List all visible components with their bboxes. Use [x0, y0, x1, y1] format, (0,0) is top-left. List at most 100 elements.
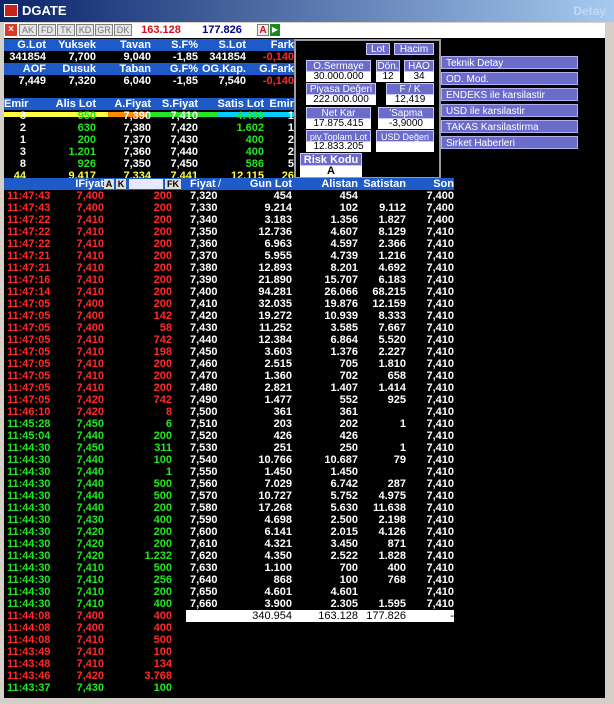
volume-row[interactable]: 7,340 3.183 1.356 1.827 7,400 [186, 214, 454, 226]
volume-row[interactable]: 7,650 4.601 4.601 7,410 [186, 586, 454, 598]
volume-row[interactable]: 7,420 19.272 10.939 8.333 7,410 [186, 310, 454, 322]
menu-item-5[interactable]: Sirket Haberleri [441, 136, 578, 149]
volume-row[interactable]: 7,610 4.321 3.450 871 7,410 [186, 538, 454, 550]
depth-row[interactable]: 2 630 7,380 7,420 1.602 1 [4, 122, 294, 134]
trade-row[interactable]: 11:47:05 7,410 200 [4, 382, 186, 394]
trade-row[interactable]: 11:47:05 7,420 742 [4, 394, 186, 406]
hacim-button[interactable]: Hacim [394, 43, 434, 55]
trade-row[interactable]: 11:43:37 7,430 100 [4, 682, 186, 694]
volume-row[interactable]: 7,350 12.736 4.607 8.129 7,410 [186, 226, 454, 238]
trade-row[interactable]: 11:47:05 7,410 200 [4, 370, 186, 382]
trade-row[interactable]: 11:47:21 7,410 200 [4, 262, 186, 274]
volume-row[interactable]: 7,550 1.450 1.450 7,410 [186, 466, 454, 478]
volume-row[interactable]: 7,360 6.963 4.597 2.366 7,410 [186, 238, 454, 250]
volume-row[interactable]: 7,590 4.698 2.500 2.198 7,410 [186, 514, 454, 526]
trade-row[interactable]: 11:44:30 7,440 100 [4, 454, 186, 466]
toolbar-btn-ak[interactable]: AK [19, 24, 37, 36]
trade-row[interactable]: 11:44:30 7,420 200 [4, 538, 186, 550]
trade-row[interactable]: 11:47:22 7,410 200 [4, 214, 186, 226]
trade-row[interactable]: 11:47:05 7,410 198 [4, 346, 186, 358]
volume-row[interactable]: 7,450 3.603 1.376 2.227 7,410 [186, 346, 454, 358]
depth-row[interactable]: 3 950 7,390 7,410 4.400 1 [4, 110, 294, 122]
volume-row[interactable]: 7,560 7.029 6.742 287 7,410 [186, 478, 454, 490]
trade-row[interactable]: 11:44:30 7,420 1.232 [4, 550, 186, 562]
trade-row[interactable]: 11:47:05 7,400 200 [4, 298, 186, 310]
toolbar-a-button[interactable]: A [257, 24, 269, 36]
volume-row[interactable]: 7,630 1.100 700 400 7,410 [186, 562, 454, 574]
trade-row[interactable]: 11:47:05 7,410 742 [4, 334, 186, 346]
trade-row[interactable]: 11:47:16 7,410 200 [4, 274, 186, 286]
volume-row[interactable]: 7,660 3.900 2.305 1.595 7,410 [186, 598, 454, 610]
trade-row[interactable]: 11:44:30 7,440 500 [4, 490, 186, 502]
depth-row[interactable]: 8 926 7,350 7,450 586 5 [4, 158, 294, 170]
trade-row[interactable]: 11:47:05 7,400 142 [4, 310, 186, 322]
trade-row[interactable]: 11:44:30 7,450 311 [4, 442, 186, 454]
trade-row[interactable]: 11:44:30 7,410 200 [4, 586, 186, 598]
volume-row[interactable]: 7,320 454 454 7,400 [186, 190, 454, 202]
menu-item-0[interactable]: Teknik Detay [441, 56, 578, 69]
volume-row[interactable]: 7,400 94.281 26.066 68.215 7,410 [186, 286, 454, 298]
volume-row[interactable]: 7,390 21.890 15.707 6.183 7,410 [186, 274, 454, 286]
volume-row[interactable]: 7,430 11.252 3.585 7.667 7,410 [186, 322, 454, 334]
trade-row[interactable]: 11:44:30 7,440 500 [4, 478, 186, 490]
toolbar-btn-fd[interactable]: FD [38, 24, 56, 36]
filter-k-button[interactable]: K [116, 179, 126, 189]
volume-row[interactable]: 7,520 426 426 7,410 [186, 430, 454, 442]
volume-row[interactable]: 7,530 251 250 1 7,410 [186, 442, 454, 454]
volume-row[interactable]: 7,490 1.477 552 925 7,410 [186, 394, 454, 406]
trade-row[interactable]: 11:47:22 7,410 200 [4, 226, 186, 238]
trade-row[interactable]: 11:44:08 7,400 400 [4, 610, 186, 622]
trade-row[interactable]: 11:46:10 7,420 8 [4, 406, 186, 418]
trade-row[interactable]: 11:43:48 7,410 134 [4, 658, 186, 670]
toolbar-btn-kd[interactable]: KD [76, 24, 94, 36]
trade-row[interactable]: 11:47:21 7,410 200 [4, 250, 186, 262]
trade-row[interactable]: 11:43:49 7,410 100 [4, 646, 186, 658]
toolbar-btn-gr[interactable]: GR [95, 24, 113, 36]
menu-item-2[interactable]: ENDEKS ile karsilastir [441, 88, 578, 101]
trade-row[interactable]: 11:44:08 7,400 400 [4, 622, 186, 634]
trade-row[interactable]: 11:45:04 7,440 200 [4, 430, 186, 442]
trade-row[interactable]: 11:44:08 7,410 500 [4, 634, 186, 646]
volume-row[interactable]: 7,500 361 361 7,410 [186, 406, 454, 418]
trade-row[interactable]: 11:44:30 7,440 1 [4, 466, 186, 478]
toolbar-btn-tk[interactable]: TK [57, 24, 75, 36]
menu-item-1[interactable]: OD. Mod. [441, 72, 578, 85]
trade-row[interactable]: 11:44:30 7,430 400 [4, 514, 186, 526]
filter-fk-button[interactable]: FK [165, 179, 181, 189]
trade-row[interactable]: 11:43:46 7,420 3.768 [4, 670, 186, 682]
volume-row[interactable]: 7,370 5.955 4.739 1.216 7,410 [186, 250, 454, 262]
trade-row[interactable]: 11:47:43 7,400 200 [4, 190, 186, 202]
volume-row[interactable]: 7,540 10.766 10.687 79 7,410 [186, 454, 454, 466]
close-icon[interactable]: × [5, 24, 17, 36]
trade-row[interactable]: 11:47:22 7,410 200 [4, 238, 186, 250]
trade-row[interactable]: 11:44:30 7,440 200 [4, 502, 186, 514]
volume-row[interactable]: 7,470 1.360 702 658 7,410 [186, 370, 454, 382]
trade-row[interactable]: 11:47:05 7,410 200 [4, 358, 186, 370]
volume-row[interactable]: 7,380 12.893 8.201 4.692 7,410 [186, 262, 454, 274]
vertical-scrollbar[interactable] [605, 23, 614, 698]
volume-row[interactable]: 7,510 203 202 1 7,410 [186, 418, 454, 430]
volume-row[interactable]: 7,620 4.350 2.522 1.828 7,410 [186, 550, 454, 562]
lot-button[interactable]: Lot [366, 43, 390, 55]
filter-input[interactable] [129, 179, 163, 189]
volume-row[interactable]: 7,570 10.727 5.752 4.975 7,410 [186, 490, 454, 502]
menu-item-3[interactable]: USD ile karsilastir [441, 104, 578, 117]
arrow-right-icon[interactable]: ▶ [270, 24, 280, 36]
volume-row[interactable]: 7,580 17.268 5.630 11.638 7,410 [186, 502, 454, 514]
trade-row[interactable]: 11:45:28 7,450 6 [4, 418, 186, 430]
trade-row[interactable]: 11:47:43 7,400 200 [4, 202, 186, 214]
trade-row[interactable]: 11:47:14 7,410 200 [4, 286, 186, 298]
toolbar-btn-dk[interactable]: DK [114, 24, 132, 36]
volume-row[interactable]: 7,600 6.141 2.015 4.126 7,410 [186, 526, 454, 538]
volume-row[interactable]: 7,640 868 100 768 7,410 [186, 574, 454, 586]
volume-row[interactable]: 7,460 2.515 705 1.810 7,410 [186, 358, 454, 370]
trade-row[interactable]: 11:47:05 7,400 58 [4, 322, 186, 334]
trade-row[interactable]: 11:44:30 7,410 400 [4, 598, 186, 610]
trade-row[interactable]: 11:44:30 7,410 500 [4, 562, 186, 574]
menu-item-4[interactable]: TAKAS Karsilastirma [441, 120, 578, 133]
depth-row[interactable]: 3 1.201 7,360 7,440 400 2 [4, 146, 294, 158]
filter-a-button[interactable]: A [104, 179, 114, 189]
volume-row[interactable]: 7,480 2.821 1.407 1.414 7,410 [186, 382, 454, 394]
title-bar[interactable]: DGATE Detay [0, 0, 614, 22]
usd-degeri-label[interactable]: USD Değeri [376, 130, 434, 142]
